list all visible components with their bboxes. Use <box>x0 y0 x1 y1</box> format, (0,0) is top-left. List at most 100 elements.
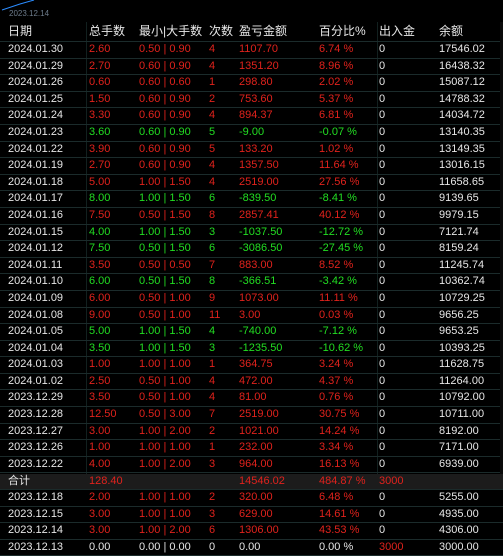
cell-total-lots: 3.00 <box>89 507 111 520</box>
cell-date: 2023.12.18 <box>8 491 64 504</box>
cell-total-lots: 0.00 <box>89 540 111 553</box>
table-row[interactable]: 2024.01.22 3.90 0.60 | 0.90 5 133.20 1.02 % 0 1… <box>0 142 503 159</box>
cell-cash-flow: 0 <box>379 125 386 138</box>
table-row[interactable]: 2024.01.08 9.00 0.50 | 1.00 11 3.00 0.03 % 0 96… <box>0 308 503 325</box>
cell-cash-flow: 0 <box>379 275 386 288</box>
cell-date: 2024.01.11 <box>8 258 63 271</box>
table-row[interactable]: 2024.01.04 3.50 1.00 | 1.50 3 -1235.50 -10.62… <box>0 341 503 358</box>
cell-pnl: 232.00 <box>239 441 273 454</box>
cell-cash-flow: 3000 <box>379 540 404 553</box>
cell-percent: 3.34 % <box>319 441 354 454</box>
cell-balance: 9653.25 <box>439 325 479 338</box>
table-row[interactable]: 2024.01.16 7.50 0.50 | 1.50 8 2857.41 40.12 %… <box>0 208 503 225</box>
cell-cash-flow: 0 <box>379 208 386 221</box>
cell-min-max-lots: 0.60 | 0.90 <box>139 92 191 105</box>
cell-pnl: 753.60 <box>239 92 273 105</box>
cell-date: 2023.12.28 <box>8 408 64 421</box>
header-min-max-lots[interactable]: 最小|大手数 <box>139 22 202 41</box>
table-row[interactable]: 2023.12.28 12.50 0.50 | 3.00 7 2519.00 30.75 … <box>0 407 503 424</box>
cell-balance: 8159.24 <box>439 242 479 255</box>
table-row[interactable]: 2023.12.14 3.00 1.00 | 2.00 6 1306.00 43.53 %… <box>0 523 503 540</box>
cell-balance: 10792.00 <box>439 391 485 404</box>
cell-balance: 7171.00 <box>439 441 479 454</box>
cell-count: 4 <box>209 43 216 55</box>
cell-percent: 11.64 % <box>319 159 359 172</box>
cell-percent: 6.81 % <box>319 109 354 122</box>
cell-percent: 6.74 % <box>319 43 354 55</box>
cell-date: 2024.01.03 <box>8 358 64 371</box>
table-row[interactable]: 2023.12.27 3.00 1.00 | 2.00 2 1021.00 14.24 %… <box>0 424 503 441</box>
cell-min-max-lots: 1.00 | 1.50 <box>139 192 191 205</box>
header-total-lots[interactable]: 总手数 <box>89 22 125 41</box>
cell-total-lots: 3.00 <box>89 424 111 437</box>
cell-min-max-lots: 0.50 | 1.00 <box>139 391 191 404</box>
cell-cash-flow: 0 <box>379 291 386 304</box>
table-row[interactable]: 2023.12.29 3.50 0.50 | 1.00 4 81.00 0.76 % 0 10… <box>0 390 503 408</box>
cell-cash-flow: 0 <box>379 242 386 255</box>
table-row[interactable]: 2024.01.30 2.60 0.50 | 0.90 4 1107.70 6.74 % 0… <box>0 42 503 59</box>
cell-min-max-lots: 1.00 | 2.00 <box>139 457 191 470</box>
table-row[interactable]: 2024.01.17 8.00 1.00 | 1.50 6 -839.50 -8.41 %… <box>0 191 503 208</box>
table-row[interactable]: 2023.12.26 1.00 1.00 | 1.00 1 232.00 3.34 % 0 7… <box>0 440 503 457</box>
cell-date: 2024.01.23 <box>8 125 64 138</box>
cell-total-lots: 0.60 <box>89 76 111 89</box>
cell-date: 2023.12.27 <box>8 424 64 437</box>
cell-date: 2023.12.29 <box>8 391 64 404</box>
table-row[interactable]: 2024.01.19 2.70 0.60 | 0.90 4 1357.50 11.64 %… <box>0 158 503 175</box>
cell-balance: 8192.00 <box>439 424 479 437</box>
header-percent[interactable]: 百分比% <box>319 22 366 41</box>
table-row[interactable]: 2023.12.15 3.00 1.00 | 1.00 3 629.00 14.61 % 0… <box>0 507 503 524</box>
cell-date: 2024.01.30 <box>8 43 64 55</box>
cell-balance: 11628.75 <box>439 358 485 371</box>
cell-percent: -7.12 % <box>319 325 357 338</box>
cell-date: 2024.01.10 <box>8 275 64 288</box>
cell-percent: 40.12 % <box>319 208 360 221</box>
cell-percent: 0.00 % <box>319 540 354 553</box>
table-row[interactable]: 2024.01.05 5.00 1.00 | 1.50 4 -740.00 -7.12 %… <box>0 324 503 341</box>
chart-date-label: 2023.12.14 <box>9 9 50 18</box>
cell-date: 2024.01.18 <box>8 175 64 188</box>
header-cash-flow[interactable]: 出入金 <box>379 22 415 41</box>
table-row[interactable]: 2024.01.03 1.00 1.00 | 1.00 1 364.75 3.24 % 0 1… <box>0 357 503 374</box>
cell-percent: -10.62 % <box>319 341 364 354</box>
table-row[interactable]: 2024.01.10 6.00 0.50 | 1.50 8 -366.51 -3.42 %… <box>0 274 503 291</box>
table-row[interactable]: 2023.12.22 4.00 1.00 | 2.00 3 964.00 16.13 % 0… <box>0 457 503 474</box>
table-row[interactable]: 2024.01.02 2.50 0.50 | 1.00 4 472.00 4.37 % 0 1… <box>0 374 503 391</box>
cell-count: 2 <box>209 424 216 437</box>
table-row[interactable]: 2024.01.18 5.00 1.00 | 1.50 4 2519.00 27.56 %… <box>0 175 503 192</box>
cell-date: 2024.01.24 <box>8 109 64 122</box>
table-row[interactable]: 2024.01.15 4.00 1.00 | 1.50 3 -1037.50 -12.72… <box>0 225 503 242</box>
footer-total-percent: 484.87 % <box>319 475 366 487</box>
cell-total-lots: 3.50 <box>89 391 111 404</box>
cell-date: 2023.12.22 <box>8 457 64 470</box>
table-row[interactable]: 2023.12.18 2.00 1.00 | 1.00 2 320.00 6.48 % 0 5… <box>0 490 503 507</box>
table-row[interactable]: 2024.01.29 2.70 0.60 | 0.90 4 1351.20 8.96 % 0… <box>0 59 503 76</box>
table-row[interactable]: 2024.01.24 3.30 0.60 | 0.90 4 894.37 6.81 % 0 1… <box>0 108 503 125</box>
cell-min-max-lots: 0.60 | 0.90 <box>139 125 191 138</box>
cell-pnl: 0.00 <box>239 540 261 553</box>
header-balance[interactable]: 余额 <box>439 22 463 41</box>
cell-balance: 11245.74 <box>439 258 485 271</box>
table-row[interactable]: 2024.01.12 7.50 0.50 | 1.50 6 -3086.50 -27.45… <box>0 241 503 258</box>
table-row[interactable]: 2024.01.09 6.00 0.50 | 1.00 9 1073.00 11.11 %… <box>0 291 503 308</box>
cell-pnl: 629.00 <box>239 507 273 520</box>
cell-pnl: -839.50 <box>239 192 277 205</box>
table-row[interactable]: 2024.01.25 1.50 0.60 | 0.90 2 753.60 5.37 % 0 1… <box>0 92 503 109</box>
cell-min-max-lots: 0.00 | 0.00 <box>139 540 191 553</box>
cell-pnl: 1351.20 <box>239 59 279 72</box>
table-row[interactable]: 2024.01.26 0.60 0.60 | 0.60 1 298.80 2.02 % 0 1… <box>0 75 503 92</box>
cell-count: 0 <box>209 540 216 553</box>
header-date[interactable]: 日期 <box>8 22 32 41</box>
header-count[interactable]: 次数 <box>209 22 233 41</box>
cell-min-max-lots: 0.60 | 0.90 <box>139 159 191 172</box>
cell-count: 6 <box>209 192 216 205</box>
cell-date: 2024.01.02 <box>8 374 64 387</box>
table-row[interactable]: 2023.12.13 0.00 0.00 | 0.00 0 0.00 0.00 % 3000… <box>0 540 503 556</box>
cell-date: 2024.01.15 <box>8 225 64 238</box>
header-pnl[interactable]: 盈亏金额 <box>239 22 287 41</box>
table-header-row: 日期 总手数 最小|大手数 次数 盈亏金额 百分比% 出入金 余额 <box>0 22 503 42</box>
cell-min-max-lots: 0.50 | 1.50 <box>139 208 191 221</box>
cell-pnl: 883.00 <box>239 258 273 271</box>
table-row[interactable]: 2024.01.11 3.50 0.50 | 0.50 7 883.00 8.52 % 0 1… <box>0 258 503 275</box>
table-row[interactable]: 2024.01.23 3.60 0.60 | 0.90 5 -9.00 -0.07 % 0 1… <box>0 125 503 142</box>
